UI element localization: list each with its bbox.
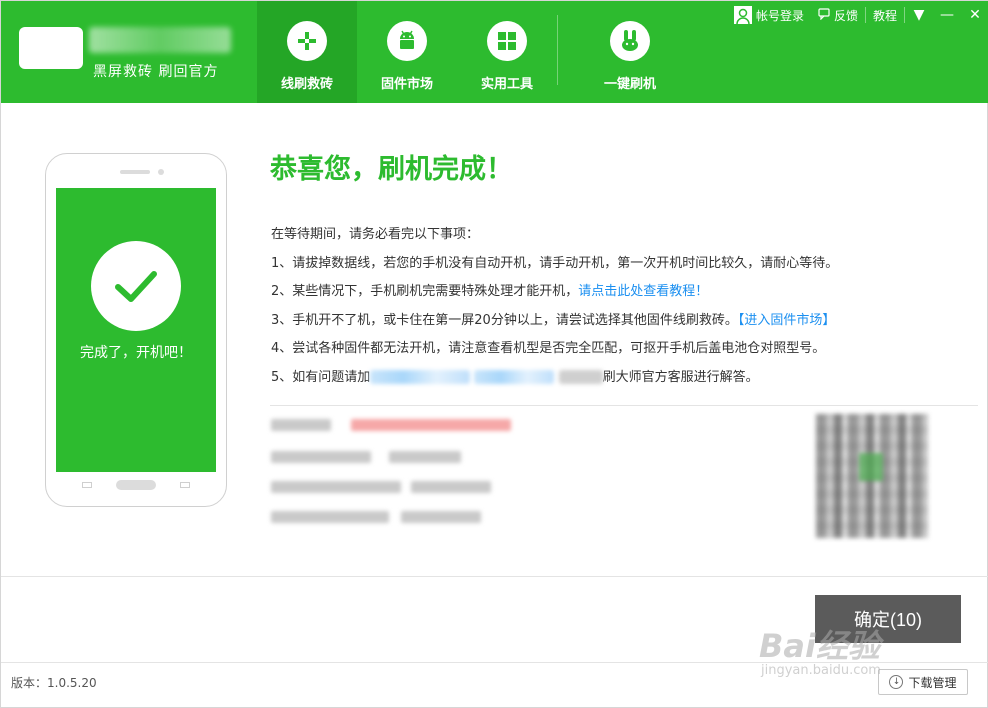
redacted-text [389, 451, 461, 463]
nav-label: 线刷救砖 [280, 77, 333, 92]
download-manager-button[interactable]: ↓ 下载管理 [878, 669, 968, 695]
app-logo [19, 27, 83, 69]
instruction-item-5: 5、如有问题请加 刷大师官方客服进行解答。 [271, 364, 838, 393]
chat-icon [818, 7, 830, 23]
nav-label: 固件市场 [380, 77, 433, 92]
phone-home-button [116, 480, 156, 490]
instruction-item-3-text: 3、手机开不了机，或卡住在第一屏20分钟以上，请尝试选择其他固件线刷救砖。 [271, 312, 738, 328]
phone-screen-text: 完成了，开机吧！ [80, 345, 192, 361]
checkmark-icon [91, 241, 181, 331]
redacted-text [271, 419, 331, 431]
section-divider [270, 405, 978, 406]
app-slogan: 黑屏救砖 刷回官方 [93, 64, 219, 80]
rabbit-icon [610, 21, 650, 61]
close-button[interactable]: ✕ [961, 1, 988, 29]
instruction-item-1: 1、请拔掉数据线，若您的手机没有自动开机，请手动开机，第一次开机时间比较久，请耐… [271, 255, 839, 271]
instruction-item-4: 4、尝试各种固件都无法开机，请注意查看机型是否完全匹配，可抠开手机后盖电池仓对照… [271, 341, 826, 356]
redacted-text [401, 511, 481, 523]
feedback-link[interactable]: 反馈 [811, 1, 865, 29]
qr-code-logo [859, 453, 883, 481]
grid-icon [487, 21, 527, 61]
confirm-button[interactable]: 确定(10) [815, 595, 961, 643]
chevron-down-icon: ▼ [913, 7, 925, 23]
nav-tab-tools[interactable]: 实用工具 [457, 1, 557, 103]
watermark-url: jingyan.baidu.com [761, 663, 881, 678]
phone-back-key [180, 482, 190, 488]
instruction-item-5-suffix: 刷大师官方客服进行解答。 [602, 369, 759, 385]
instruction-item-2: 2、某些情况下，手机刷机完需要特殊处理才能开机，请点击此处查看教程！ [271, 278, 838, 307]
instruction-item-2-text: 2、某些情况下，手机刷机完需要特殊处理才能开机， [271, 284, 579, 299]
minimize-button[interactable]: — [933, 1, 961, 29]
phone-speaker [120, 170, 150, 174]
feedback-label: 反馈 [833, 8, 858, 23]
main-nav: 线刷救砖 固件市场 实用工具 一键刷机 [257, 1, 702, 103]
instruction-item-5-prefix: 5、如有问题请加 [271, 369, 371, 385]
app-window: 黑屏救砖 刷回官方 线刷救砖 固件市场 实用工具 一键刷机 帐号登录 反馈 教程… [0, 0, 988, 708]
redacted-group-number [370, 370, 471, 384]
instructions-list: 在等待期间，请务必看完以下事项： 1、请拔掉数据线，若您的手机没有自动开机，请手… [271, 221, 838, 392]
title-bar-controls: 帐号登录 反馈 教程 ▼ — ✕ [727, 1, 988, 29]
nav-label: 一键刷机 [603, 77, 656, 92]
instruction-item-3: 3、手机开不了机，或卡住在第一屏20分钟以上，请尝试选择其他固件线刷救砖。【进入… [271, 307, 838, 336]
redacted-text [558, 370, 603, 384]
version-label: 版本：1.0.5.20 [11, 676, 97, 690]
content-divider [1, 576, 988, 577]
nav-tab-firmware-market[interactable]: 固件市场 [357, 1, 457, 103]
redacted-group-number [474, 370, 555, 384]
success-title: 恭喜您，刷机完成！ [270, 154, 513, 185]
phone-buttons [46, 480, 226, 490]
redacted-text [271, 511, 389, 523]
header-bar: 黑屏救砖 刷回官方 线刷救砖 固件市场 实用工具 一键刷机 帐号登录 反馈 教程… [1, 1, 988, 103]
tutorial-label: 教程 [872, 8, 897, 23]
minimize-icon: — [940, 7, 954, 23]
tutorial-help-link[interactable]: 请点击此处查看教程！ [578, 284, 708, 299]
download-manager-label: 下载管理 [908, 675, 957, 690]
redacted-highlight-text [351, 419, 511, 431]
phone-camera [158, 169, 164, 175]
close-icon: ✕ [969, 7, 981, 23]
login-label: 帐号登录 [755, 8, 804, 23]
login-link[interactable]: 帐号登录 [727, 1, 811, 29]
nav-tab-flash-rescue[interactable]: 线刷救砖 [257, 1, 357, 103]
user-icon [733, 6, 752, 24]
download-icon: ↓ [889, 675, 904, 689]
plus-icon [287, 21, 327, 61]
menu-dropdown-button[interactable]: ▼ [905, 1, 933, 29]
nav-tab-one-click-flash[interactable]: 一键刷机 [558, 1, 702, 103]
phone-menu-key [82, 482, 92, 488]
footer-divider [1, 662, 988, 663]
tutorial-link[interactable]: 教程 [866, 1, 904, 29]
phone-screen: 完成了，开机吧！ [56, 188, 216, 472]
firmware-market-link[interactable]: 【进入固件市场】 [738, 313, 836, 328]
app-name-blurred [89, 27, 231, 53]
nav-label: 实用工具 [480, 77, 533, 92]
phone-illustration: 完成了，开机吧！ [45, 153, 227, 507]
redacted-text [411, 481, 491, 493]
android-icon [387, 21, 427, 61]
redacted-text [271, 481, 401, 493]
instructions-intro: 在等待期间，请务必看完以下事项： [271, 227, 480, 242]
redacted-text [271, 451, 371, 463]
